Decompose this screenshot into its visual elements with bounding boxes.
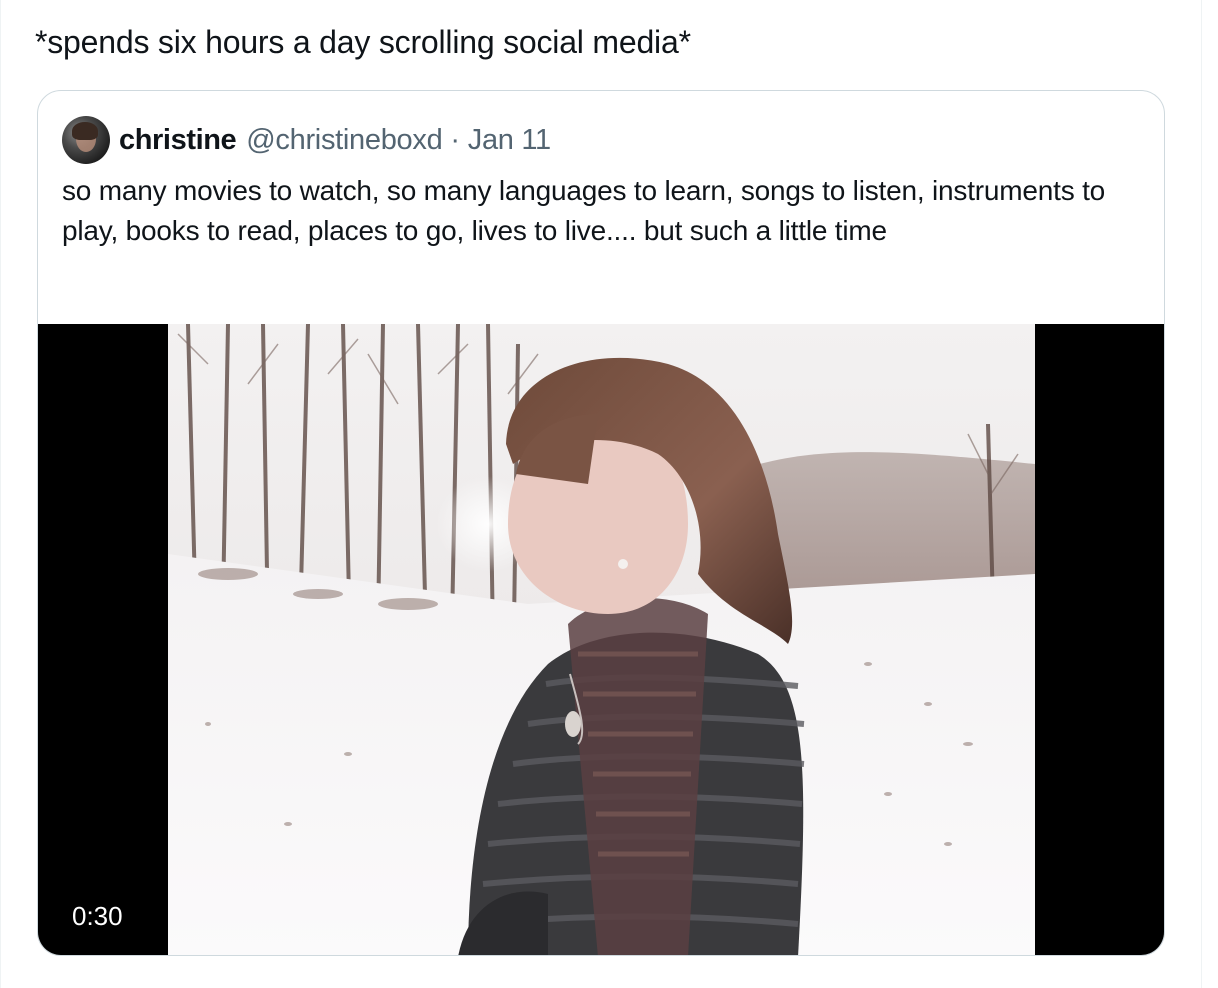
quoted-post-body: so many movies to watch, so many languag… xyxy=(62,175,1106,246)
separator-dot: · xyxy=(450,123,460,156)
post-date[interactable]: Jan 11 xyxy=(468,124,551,157)
quoted-post-header: christine @christineboxd · Jan 11 xyxy=(62,115,551,165)
author-name[interactable]: christine xyxy=(119,124,237,157)
video-play-area[interactable] xyxy=(38,324,1164,955)
video-duration-badge: 0:30 xyxy=(64,899,131,933)
quoted-post-card[interactable]: christine @christineboxd · Jan 11 so man… xyxy=(37,90,1165,956)
video-player[interactable]: 0:30 xyxy=(38,324,1164,955)
post-text: *spends six hours a day scrolling social… xyxy=(35,24,691,60)
author-avatar[interactable] xyxy=(62,116,110,164)
page-edge-right xyxy=(1201,0,1202,988)
author-handle[interactable]: @christineboxd xyxy=(246,124,442,157)
page-edge-left xyxy=(0,0,1,988)
